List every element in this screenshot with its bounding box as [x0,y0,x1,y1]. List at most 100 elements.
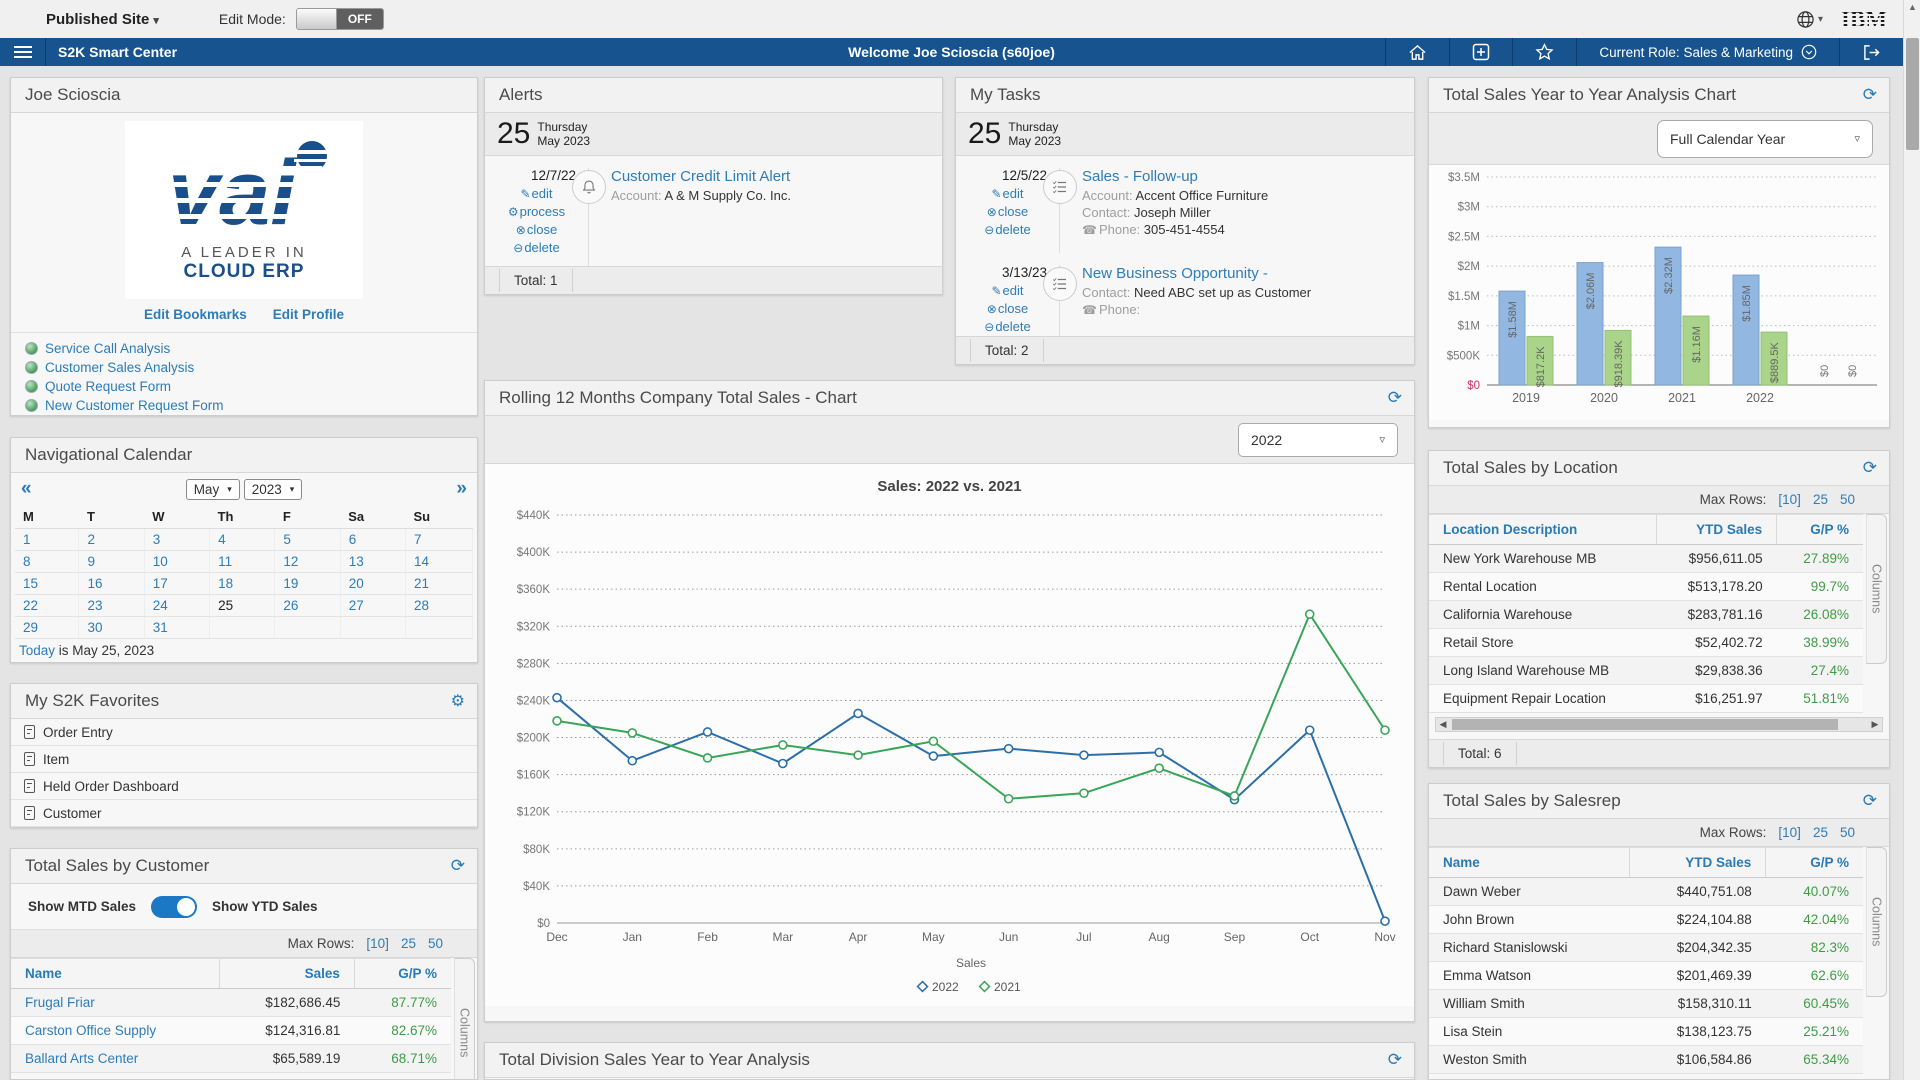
calendar-day-cell[interactable]: 28 [406,595,473,617]
calendar-day-link[interactable]: 18 [218,576,233,591]
chart-year-select[interactable]: 2022▿ [1238,423,1398,457]
calendar-day-link[interactable]: 15 [23,576,38,591]
calendar-day-link[interactable]: 2 [87,532,95,547]
refresh-icon[interactable]: ⟳ [1863,85,1877,105]
calendar-day-link[interactable]: 27 [349,598,364,613]
column-header[interactable]: Location Description [1429,515,1656,545]
max-rows-option[interactable]: [10] [366,936,389,951]
calendar-day-cell[interactable]: 30 [79,617,144,639]
columns-tab[interactable]: Columns [1866,514,1887,664]
calendar-day-cell[interactable]: 6 [340,529,405,551]
calendar-day-link[interactable]: 3 [153,532,161,547]
profile-link[interactable]: Service Call Analysis [45,341,170,356]
refresh-icon[interactable]: ⟳ [1388,388,1402,408]
max-rows-option[interactable]: 25 [1813,825,1828,840]
max-rows-option[interactable]: 50 [1840,825,1855,840]
calendar-day-cell[interactable]: 7 [406,529,473,551]
calendar-day-cell[interactable]: 24 [144,595,209,617]
calendar-day-cell[interactable]: 5 [275,529,340,551]
calendar-day-cell[interactable]: 22 [15,595,79,617]
edit-bookmarks-link[interactable]: Edit Bookmarks [144,307,247,322]
calendar-day-link[interactable]: 1 [23,532,31,547]
delete-action-link[interactable]: ⊖delete [984,319,1030,334]
calendar-day-cell[interactable]: 31 [144,617,209,639]
close-action-link[interactable]: ⊗close [987,204,1028,219]
calendar-day-link[interactable]: 20 [349,576,364,591]
calendar-day-link[interactable]: 9 [87,554,95,569]
columns-tab[interactable]: Columns [1866,847,1887,997]
calendar-day-link[interactable]: 19 [283,576,298,591]
calendar-day-cell[interactable]: 14 [406,551,473,573]
favorite-item[interactable]: Item [11,746,477,773]
calendar-day-link[interactable]: 14 [414,554,429,569]
calendar-day-cell[interactable]: 8 [15,551,79,573]
scrollbar-thumb[interactable] [1906,38,1919,150]
calendar-day-link[interactable]: 5 [283,532,291,547]
profile-link[interactable]: New Customer Request Form [45,398,224,413]
item-title-link[interactable]: Sales - Follow-up [1082,168,1268,185]
page-scrollbar[interactable]: ▲ [1903,0,1920,1080]
process-action-link[interactable]: ⚙process [508,204,565,219]
max-rows-option[interactable]: [10] [1778,492,1801,507]
edit-mode-toggle[interactable]: OFF [296,8,384,30]
profile-link[interactable]: Quote Request Form [45,379,171,394]
name-cell[interactable]: Frugal Friar [11,989,219,1017]
max-rows-option[interactable]: 50 [1840,492,1855,507]
calendar-day-cell[interactable]: 9 [79,551,144,573]
calendar-day-cell[interactable]: 3 [144,529,209,551]
calendar-day-link[interactable]: 10 [153,554,168,569]
column-header[interactable]: G/P % [1766,848,1863,878]
calendar-day-cell[interactable]: 21 [406,573,473,595]
scroll-right-arrow-icon[interactable]: ▶ [1868,718,1882,731]
calendar-day-cell[interactable]: 13 [340,551,405,573]
calendar-day-cell[interactable]: 18 [210,573,275,595]
calendar-year-select[interactable]: Full Calendar Year▿ [1657,120,1873,158]
calendar-day-link[interactable]: 11 [218,554,232,569]
refresh-icon[interactable]: ⟳ [1863,791,1877,811]
calendar-day-cell[interactable]: 11 [210,551,275,573]
published-site-menu[interactable]: Published Site▾ [46,11,159,28]
profile-link[interactable]: Customer Sales Analysis [45,360,194,375]
calendar-day-link[interactable]: 28 [414,598,429,613]
delete-action-link[interactable]: ⊖delete [513,240,559,255]
calendar-day-link[interactable]: 16 [87,576,102,591]
favorite-item[interactable]: Held Order Dashboard [11,773,477,800]
calendar-day-link[interactable]: 12 [283,554,298,569]
column-header[interactable]: Name [1429,848,1630,878]
favorites-star-button[interactable] [1512,38,1576,66]
current-role-menu[interactable]: Current Role: Sales & Marketing [1576,38,1839,66]
year-select[interactable]: 2023▾ [244,479,303,500]
columns-tab[interactable]: Columns [454,958,475,1080]
close-action-link[interactable]: ⊗close [516,222,557,237]
add-tab-button[interactable] [1449,38,1512,66]
gear-icon[interactable]: ⚙ [451,691,465,711]
column-header[interactable]: G/P % [354,959,451,989]
table-h-scrollbar[interactable]: ◀ ▶ [1435,717,1883,732]
delete-action-link[interactable]: ⊖delete [984,222,1030,237]
max-rows-option[interactable]: 25 [401,936,416,951]
name-cell[interactable]: Ballard Arts Center [11,1045,219,1073]
column-header[interactable]: Sales [219,959,354,989]
column-header[interactable]: Name [11,959,219,989]
edit-action-link[interactable]: ✎edit [991,283,1023,298]
max-rows-option[interactable]: [10] [1778,825,1801,840]
calendar-day-link[interactable]: 24 [153,598,168,613]
calendar-day-cell[interactable]: 10 [144,551,209,573]
column-header[interactable]: YTD Sales [1656,515,1777,545]
scroll-up-arrow-icon[interactable]: ▲ [1904,2,1920,12]
calendar-day-link[interactable]: 21 [414,576,429,591]
hamburger-menu-button[interactable] [0,38,46,66]
month-select[interactable]: May▾ [186,479,240,500]
edit-action-link[interactable]: ✎edit [991,186,1023,201]
refresh-icon[interactable]: ⟳ [1863,458,1877,478]
calendar-day-link[interactable]: 23 [87,598,102,613]
calendar-day-cell[interactable]: 29 [15,617,79,639]
calendar-prev-button[interactable]: « [21,478,32,500]
favorite-item[interactable]: Customer [11,800,477,827]
refresh-icon[interactable]: ⟳ [1388,1050,1402,1070]
refresh-icon[interactable]: ⟳ [451,856,465,876]
calendar-day-cell[interactable]: 2 [79,529,144,551]
home-button[interactable] [1385,38,1449,66]
calendar-day-cell[interactable]: 20 [340,573,405,595]
calendar-day-link[interactable]: 7 [414,532,422,547]
